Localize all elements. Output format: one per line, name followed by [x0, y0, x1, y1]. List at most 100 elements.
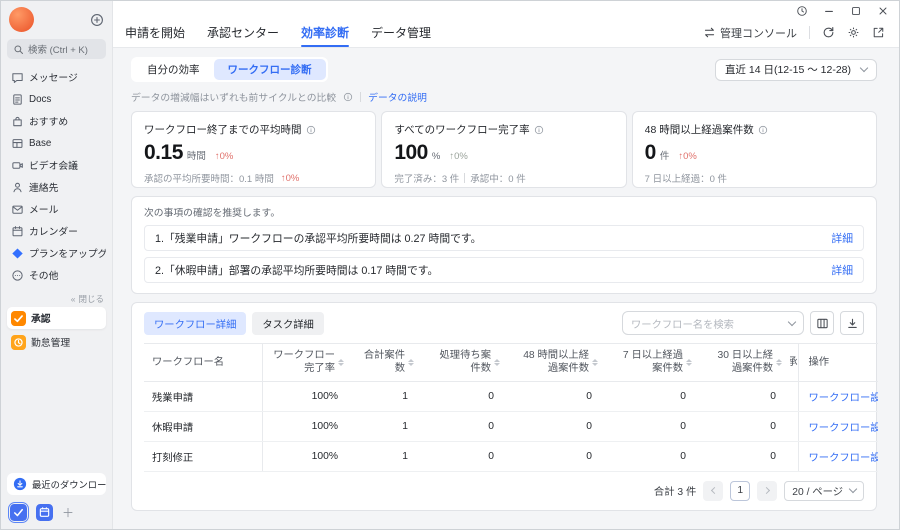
info-icon[interactable]	[343, 92, 353, 102]
recommendation-text: 2.「休暇申請」部署の承認平均所要時間は 0.17 時間です。	[155, 265, 439, 277]
tab-start-request[interactable]: 申請を開始	[125, 18, 185, 47]
contacts-icon	[11, 181, 24, 194]
info-icon[interactable]	[306, 125, 316, 135]
column-settings-button[interactable]	[810, 311, 834, 335]
sidebar-collapse-button[interactable]: « 閉じる	[7, 293, 106, 305]
sort-icon[interactable]	[592, 358, 598, 366]
sort-icon[interactable]	[408, 358, 414, 366]
minimize-icon[interactable]	[823, 5, 835, 17]
sidebar-item[interactable]: Docs	[7, 89, 106, 109]
pagination-total: 合計 3 件	[653, 487, 697, 499]
column-label: 合計案件数	[363, 350, 405, 375]
sidebar-item[interactable]: プランをアップグレード	[7, 243, 106, 263]
sidebar-item[interactable]: カレンダー	[7, 221, 106, 241]
admin-console-button[interactable]: 管理コンソール	[703, 25, 797, 41]
value-cell: 1	[352, 441, 422, 472]
column-header[interactable]: ワークフロー完了率	[262, 343, 352, 382]
collapse-icon: «	[70, 294, 76, 304]
sort-icon[interactable]	[494, 358, 500, 366]
subtab-workflow-diagnosis[interactable]: ワークフロー診断	[213, 59, 326, 80]
sidebar-item[interactable]: その他	[7, 265, 106, 285]
tab-efficiency-diagnosis[interactable]: 効率診断	[301, 18, 350, 47]
add-circle-icon[interactable]	[90, 13, 104, 27]
sidebar-item[interactable]: おすすめ	[7, 111, 106, 131]
history-icon[interactable]	[796, 5, 808, 17]
table-row: 打刻修正100%10000ワークフロー設定を	[144, 441, 879, 472]
sidebar-item[interactable]: 連絡先	[7, 177, 106, 197]
sidebar-item[interactable]: Base	[7, 133, 106, 153]
sidebar-item-label: メール	[29, 205, 59, 216]
value-cell: 0	[508, 441, 606, 472]
dock-add-button[interactable]: ＋	[62, 504, 74, 521]
app-window: 検索 (Ctrl + K) メッセージ Docs おすすめ Base ビデオ会議 連絡先メ…	[0, 0, 900, 530]
workflow-settings-link[interactable]: ワークフロー設定を	[809, 453, 879, 464]
message-icon	[11, 71, 24, 84]
sidebar-item[interactable]: メール	[7, 199, 106, 219]
action-cell: ワークフロー設定を	[797, 411, 879, 442]
sidebar-pinned-item[interactable]: 勤怠管理	[7, 331, 106, 353]
value-cell: 0	[606, 411, 700, 442]
view-tab-workflow-details[interactable]: ワークフロー詳細	[144, 311, 247, 335]
chevron-down-icon	[859, 63, 869, 73]
action-cell: ワークフロー設定を	[797, 441, 879, 472]
date-range-select[interactable]: 直近 14 日(12-15 ～ 12-28)	[714, 58, 877, 81]
column-header: ワークフロー名	[144, 343, 263, 382]
user-avatar[interactable]	[9, 7, 34, 32]
value-cell: 0	[700, 381, 790, 412]
stat-sub-text: 承認の平均所要時間：0.1 時間	[144, 174, 274, 185]
clipped-cell	[790, 441, 798, 472]
detail-link[interactable]: 詳細	[831, 262, 853, 278]
current-page-button[interactable]: 1	[730, 480, 751, 501]
column-header[interactable]: 処理待ち案件数	[422, 343, 508, 382]
table-toolbar: ワークフロー詳細 タスク詳細 ワークフロー名を検索	[144, 311, 864, 335]
download-button[interactable]	[840, 311, 864, 335]
sort-icon[interactable]	[338, 358, 344, 366]
maximize-icon[interactable]	[850, 5, 862, 17]
column-header[interactable]: 30 日以上経過案件数	[700, 343, 790, 382]
open-in-window-icon[interactable]	[872, 26, 885, 39]
docs-icon	[11, 93, 24, 106]
prev-page-button[interactable]	[703, 480, 724, 501]
divider	[809, 26, 810, 39]
settings-gear-icon[interactable]	[847, 26, 860, 39]
data-note: データの増減幅はいずれも前サイクルとの比較	[131, 93, 337, 104]
clipped-cell	[790, 381, 798, 412]
column-header[interactable]: 48 時間以上経過案件数	[508, 343, 606, 382]
divider	[360, 92, 362, 102]
tab-data-management[interactable]: データ管理	[371, 18, 431, 47]
sidebar-pinned-item[interactable]: 承認	[7, 307, 106, 329]
column-label: 30 日以上経過案件数	[717, 350, 773, 375]
detail-link[interactable]: 詳細	[831, 230, 853, 246]
info-icon[interactable]	[534, 125, 544, 135]
column-header[interactable]: 7 日以上経過案件数	[606, 343, 700, 382]
global-search-input[interactable]: 検索 (Ctrl + K)	[7, 39, 106, 59]
sort-icon[interactable]	[776, 358, 782, 366]
next-page-button[interactable]	[757, 480, 778, 501]
clipped-cell	[790, 411, 798, 442]
workflow-settings-link[interactable]: ワークフロー設定を	[809, 393, 879, 404]
column-label: ワークフロー完了率	[273, 350, 335, 375]
refresh-icon[interactable]	[822, 26, 835, 39]
value-cell: 100%	[262, 411, 352, 442]
recent-downloads-button[interactable]: 最近のダウンロード	[7, 473, 106, 495]
dock-app-approval[interactable]	[7, 501, 30, 524]
tab-approval-center[interactable]: 承認センター	[207, 18, 279, 47]
view-tab-task-details[interactable]: タスク詳細	[252, 311, 324, 335]
sidebar-item[interactable]: ビデオ会議	[7, 155, 106, 175]
page-size-select[interactable]: 20 / ページ	[784, 480, 864, 501]
info-icon[interactable]	[758, 125, 768, 135]
stat-title: すべてのワークフロー完了率	[394, 124, 530, 136]
data-description-link[interactable]: データの説明	[368, 90, 427, 104]
dock-app-attendance[interactable]	[36, 504, 53, 521]
sidebar-item[interactable]: メッセージ	[7, 67, 106, 87]
column-header[interactable]: 合計案件数	[352, 343, 422, 382]
column-label: 承	[790, 356, 798, 369]
more-icon	[11, 269, 24, 282]
subtab-my-efficiency[interactable]: 自分の効率	[133, 59, 214, 80]
workflow-settings-link[interactable]: ワークフロー設定を	[809, 423, 879, 434]
value-cell: 0	[700, 441, 790, 472]
workflow-search-select[interactable]: ワークフロー名を検索	[622, 311, 804, 335]
close-icon[interactable]	[877, 5, 889, 17]
value-cell: 100%	[262, 441, 352, 472]
sort-icon[interactable]	[686, 358, 692, 366]
